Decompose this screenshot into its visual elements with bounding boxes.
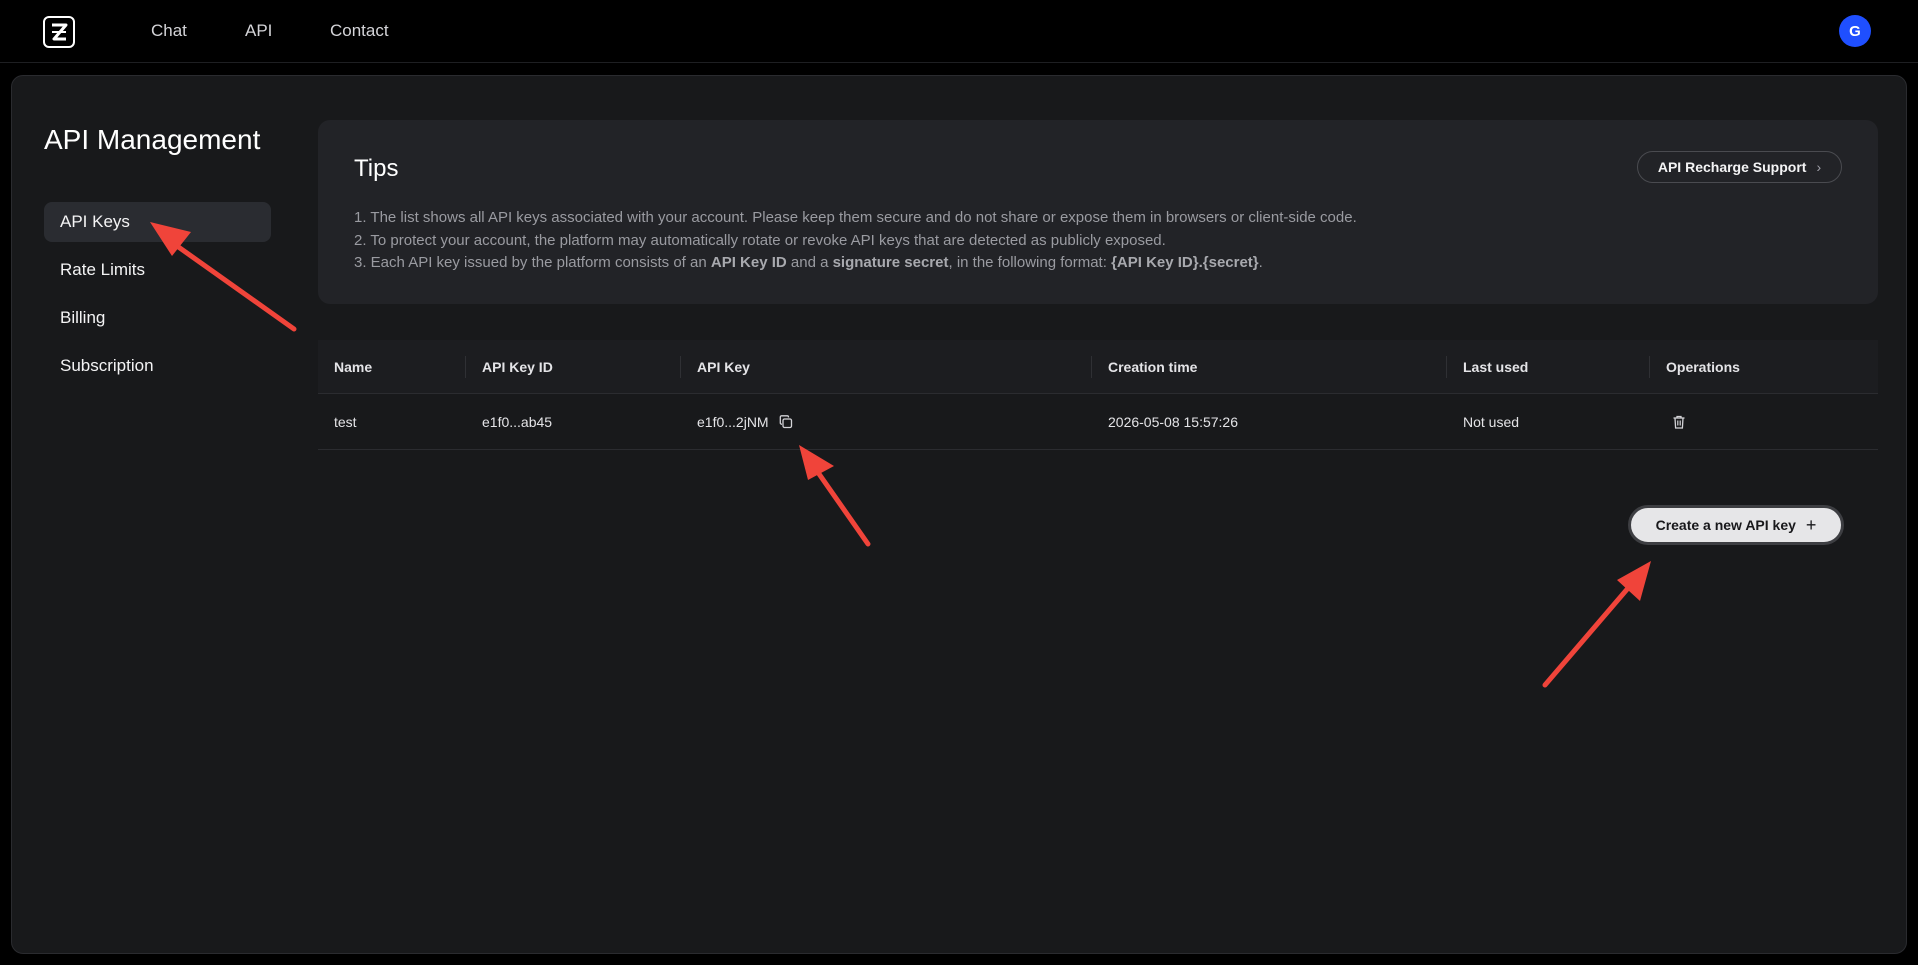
table-row: test e1f0...ab45 e1f0...2jNM 2026-05-08 … <box>318 394 1878 450</box>
tip-bold-key-id: API Key ID <box>710 254 787 271</box>
api-key-value: e1f0...2jNM <box>697 413 769 430</box>
cell-operations <box>1666 394 1687 449</box>
main-panel: API Management API Keys Rate Limits Bill… <box>11 75 1907 954</box>
column-header-name: Name <box>334 358 373 375</box>
column-header-api-key: API Key <box>697 358 750 375</box>
column-header-operations: Operations <box>1666 358 1740 375</box>
column-divider <box>1649 356 1650 378</box>
tips-title: Tips <box>354 155 399 182</box>
nav-link-api[interactable]: API <box>245 20 272 42</box>
tip-bold-secret: signature secret <box>832 254 949 271</box>
cell-key-id: e1f0...ab45 <box>482 413 553 430</box>
create-button-label: Create a new API key <box>1655 517 1796 533</box>
cell-api-key: e1f0...2jNM <box>697 394 794 449</box>
tip-bold-format: {API Key ID}.{secret} <box>1111 254 1259 271</box>
column-header-last-used: Last used <box>1463 358 1529 375</box>
tip-line-2: 2. To protect your account, the platform… <box>354 231 1166 249</box>
chevron-right-icon: › <box>1816 159 1822 175</box>
sidebar-item-billing[interactable]: Billing <box>44 298 271 338</box>
cell-last-used: Not used <box>1463 413 1520 430</box>
logo-icon[interactable] <box>43 16 75 48</box>
cell-creation-time: 2026-05-08 15:57:26 <box>1108 413 1238 430</box>
cell-name: test <box>334 413 357 430</box>
top-nav: Chat API Contact G <box>0 0 1918 63</box>
page-title: API Management <box>44 124 261 155</box>
tips-card: Tips API Recharge Support › 1. The list … <box>318 120 1878 304</box>
trash-icon[interactable] <box>1671 414 1687 430</box>
nav-link-contact[interactable]: Contact <box>330 20 389 42</box>
column-header-creation-time: Creation time <box>1108 358 1198 375</box>
avatar[interactable]: G <box>1839 15 1871 47</box>
column-divider <box>680 356 681 378</box>
recharge-button-label: API Recharge Support <box>1657 159 1807 175</box>
column-divider <box>1446 356 1447 378</box>
sidebar-item-subscription[interactable]: Subscription <box>44 346 271 386</box>
plus-icon: + <box>1805 515 1817 535</box>
table-header: Name API Key ID API Key Creation time La… <box>318 340 1878 394</box>
sidebar-item-api-keys[interactable]: API Keys <box>44 202 271 242</box>
column-divider <box>465 356 466 378</box>
column-divider <box>1091 356 1092 378</box>
tips-list: 1. The list shows all API keys associate… <box>354 207 1834 275</box>
sidebar-item-rate-limits[interactable]: Rate Limits <box>44 250 271 290</box>
api-keys-table: Name API Key ID API Key Creation time La… <box>318 340 1878 450</box>
tip-line-3: 3. Each API key issued by the platform c… <box>354 254 1263 271</box>
tip-line-1: 1. The list shows all API keys associate… <box>354 209 1357 226</box>
create-api-key-button[interactable]: Create a new API key + <box>1628 505 1844 545</box>
copy-icon[interactable] <box>778 414 794 430</box>
nav-link-chat[interactable]: Chat <box>151 20 187 42</box>
api-recharge-support-button[interactable]: API Recharge Support › <box>1637 151 1842 183</box>
column-header-key-id: API Key ID <box>482 358 553 375</box>
